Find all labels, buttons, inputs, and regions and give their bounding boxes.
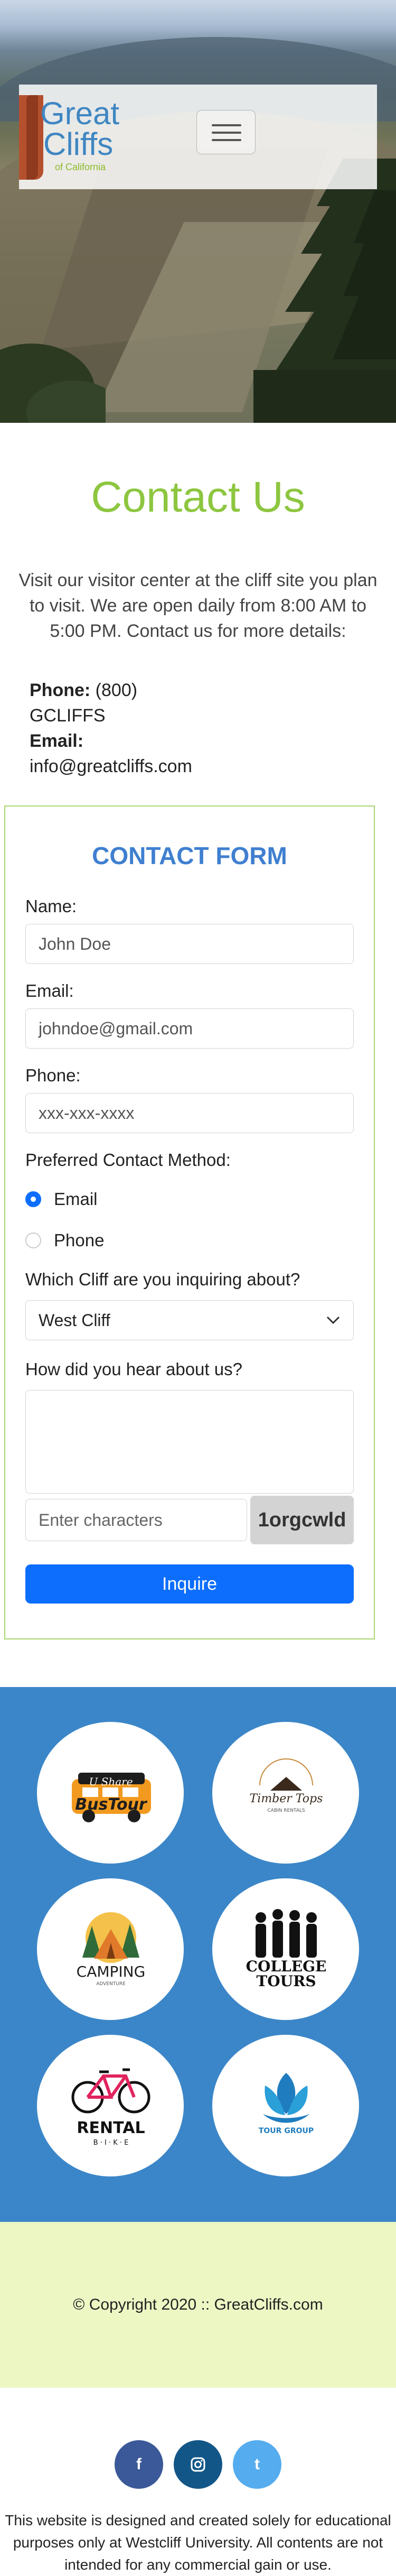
radio-phone-label: Phone	[54, 1230, 105, 1250]
hamburger-icon-line	[212, 132, 241, 134]
captcha-code: 1orgcwld	[250, 1496, 354, 1544]
hamburger-icon-line	[212, 139, 241, 141]
radio-email-option[interactable]: Email	[25, 1189, 354, 1209]
cliff-select-value: West Cliff	[39, 1310, 110, 1330]
people-silhouette-icon: COLLEGE TOURS	[246, 1909, 326, 1990]
phone-value: (800)	[95, 680, 138, 700]
camping-name: CAMPING	[77, 1963, 146, 1980]
instagram-glyph	[191, 2457, 205, 2472]
contact-method-label: Preferred Contact Method:	[25, 1150, 231, 1170]
logo-text-california: of California	[55, 162, 106, 172]
instagram-icon[interactable]	[174, 2440, 222, 2489]
contact-form: CONTACT FORM Name: John Doe Email: johnd…	[4, 805, 375, 1639]
bush	[0, 344, 106, 423]
leaf-icon: TOUR GROUP	[259, 2073, 314, 2135]
partners-section: U Share BusTour Timber Tops CABIN RENTAL…	[0, 1687, 396, 2222]
bus-tour-line2: BusTour	[75, 1795, 148, 1814]
hero-banner: Great Cliffs of California	[0, 0, 396, 423]
logo-text-great: Great	[40, 96, 120, 131]
page-title: Contact Us	[91, 473, 305, 521]
cliff-select[interactable]: West Cliff	[25, 1300, 354, 1340]
tour-group-name: TOUR GROUP	[259, 2127, 314, 2135]
navbar: Great Cliffs of California	[19, 85, 377, 189]
college-line2: TOURS	[256, 1972, 316, 1990]
email-label: Email:	[30, 731, 84, 751]
menu-toggle-button[interactable]	[196, 110, 256, 154]
camping-sub: ADVENTURE	[96, 1981, 126, 1987]
phone-input[interactable]: xxx-xxx-xxxx	[25, 1093, 354, 1133]
cliff-label: Which Cliff are you inquiring about?	[25, 1270, 300, 1289]
phone-label: Phone:	[30, 680, 91, 700]
twitter-glyph: t	[254, 2455, 260, 2473]
copyright-bar: © Copyright 2020 :: GreatCliffs.com	[0, 2222, 396, 2388]
email-label-form: Email:	[25, 981, 74, 1000]
logo-text-cliffs: Cliffs	[43, 126, 114, 162]
partner-timber-tops-logo[interactable]: Timber Tops CABIN RENTALS	[212, 1722, 359, 1864]
email-input[interactable]: johndoe@gmail.com	[25, 1008, 354, 1049]
radio-email-label: Email	[54, 1189, 98, 1209]
timber-tops-sub: CABIN RENTALS	[267, 1808, 305, 1813]
hamburger-icon	[212, 124, 241, 126]
twitter-icon[interactable]: t	[233, 2440, 281, 2489]
cabin-icon: Timber Tops CABIN RENTALS	[250, 1758, 323, 1813]
partner-rental-bike-logo[interactable]: RENTAL B · I · K · E	[37, 2035, 184, 2176]
copyright-text: © Copyright 2020 :: GreatCliffs.com	[73, 2296, 323, 2313]
bus-tour-line1: U Share	[89, 1775, 133, 1788]
disclaimer-text: This website is designed and created sol…	[5, 2512, 391, 2573]
inquire-button[interactable]: Inquire	[25, 1564, 354, 1604]
captcha-row: Enter characters 1orgcwld	[25, 1496, 354, 1544]
hear-about-textarea[interactable]	[25, 1390, 354, 1494]
radio-phone[interactable]	[25, 1233, 41, 1248]
name-input[interactable]: John Doe	[25, 924, 354, 964]
timber-tops-name: Timber Tops	[250, 1792, 323, 1805]
hear-about-label: How did you hear about us?	[25, 1359, 242, 1379]
email-value[interactable]: info@greatcliffs.com	[30, 754, 396, 779]
bike-sub: B · I · K · E	[93, 2139, 129, 2147]
pine-trees	[253, 159, 396, 423]
radio-email[interactable]	[25, 1191, 41, 1207]
contact-details: Phone: (800) GCLIFFS Email: info@greatcl…	[30, 678, 396, 779]
rental-name: RENTAL	[77, 2119, 145, 2137]
bicycle-icon: RENTAL B · I · K · E	[71, 2068, 150, 2147]
partner-tour-group-logo[interactable]: TOUR GROUP	[212, 2035, 359, 2176]
phone-value-letters: GCLIFFS	[30, 706, 106, 726]
chevron-down-icon	[326, 1316, 340, 1324]
great-cliffs-logo[interactable]: Great Cliffs of California	[19, 95, 140, 180]
contact-intro: Visit our visitor center at the cliff si…	[18, 570, 378, 641]
radio-phone-option[interactable]: Phone	[25, 1230, 354, 1250]
facebook-glyph: f	[136, 2455, 142, 2473]
partner-college-tours-logo[interactable]: COLLEGE TOURS	[212, 1878, 359, 2020]
bus-icon: U Share BusTour	[72, 1773, 151, 1822]
name-label: Name:	[25, 896, 77, 916]
form-title: CONTACT FORM	[92, 842, 287, 869]
partner-camping-logo[interactable]: CAMPING ADVENTURE	[37, 1878, 184, 2020]
captcha-input[interactable]: Enter characters	[25, 1499, 247, 1541]
facebook-icon[interactable]: f	[115, 2440, 163, 2489]
partner-bus-tour-logo[interactable]: U Share BusTour	[37, 1722, 184, 1864]
tent-icon: CAMPING ADVENTURE	[77, 1912, 146, 1987]
phone-label-form: Phone:	[25, 1065, 81, 1085]
